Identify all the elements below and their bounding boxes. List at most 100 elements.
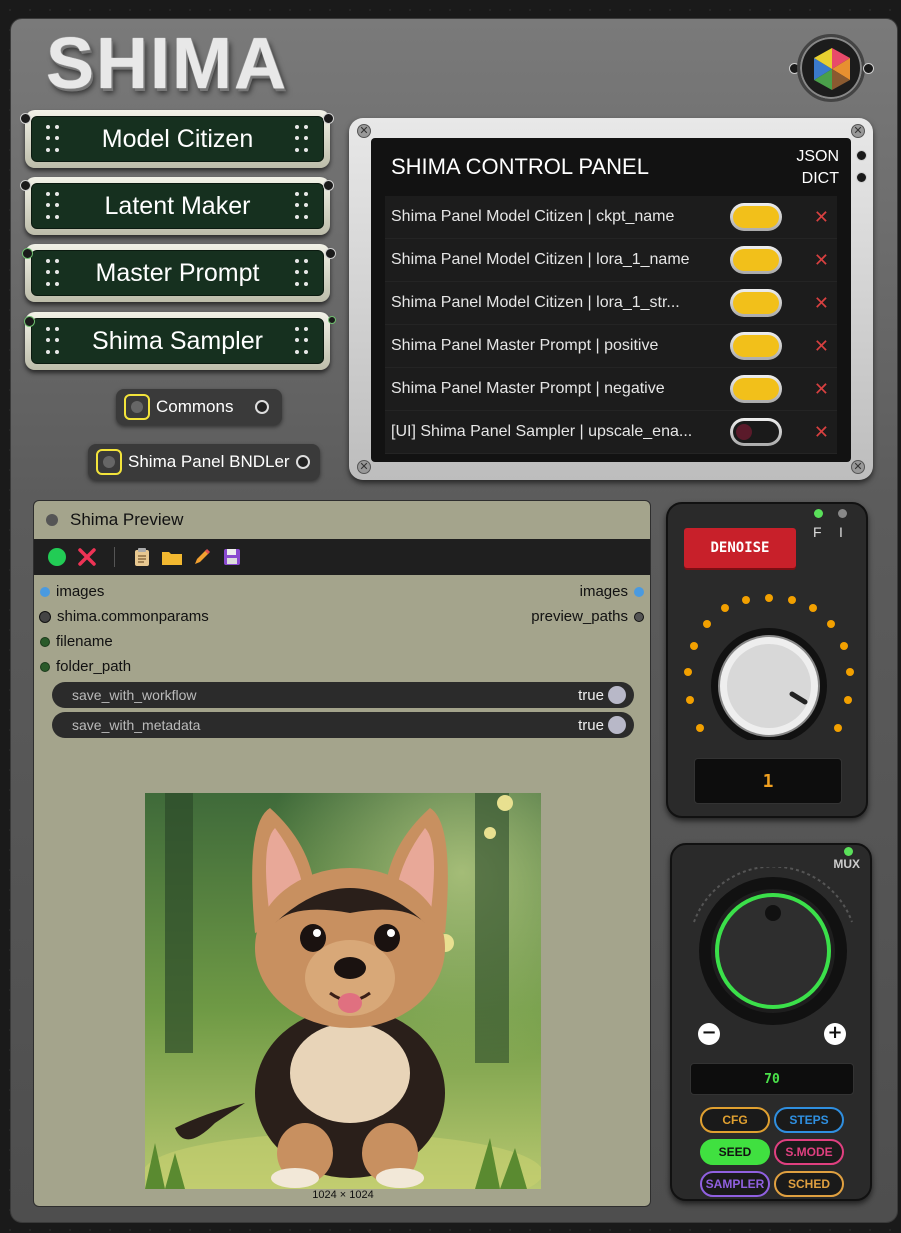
image-dimensions: 1024 × 1024 (312, 1189, 374, 1201)
remove-icon[interactable]: ✕ (814, 379, 829, 400)
node-port-in[interactable] (24, 316, 35, 327)
row-label: Shima Panel Master Prompt | negative (391, 380, 665, 397)
output-images[interactable]: images (580, 583, 650, 600)
row-toggle[interactable] (730, 203, 782, 231)
node-label: Latent Maker (104, 191, 251, 220)
remove-icon[interactable]: ✕ (814, 250, 829, 271)
logo-badge-icon (797, 34, 865, 102)
logo-port-out[interactable] (863, 63, 874, 74)
preview-title: Shima Preview (70, 510, 184, 529)
grip-icon (46, 192, 60, 222)
clipboard-icon[interactable] (131, 546, 153, 568)
input-filename[interactable]: filename (34, 633, 113, 650)
node-latent-maker[interactable]: Latent Maker (25, 177, 330, 235)
denoise-knob[interactable] (680, 590, 858, 740)
grip-icon (295, 327, 309, 357)
node-port-out[interactable] (328, 316, 336, 324)
grip-icon (295, 192, 309, 222)
node-master-prompt[interactable]: Master Prompt (25, 244, 330, 302)
node-bndler[interactable]: Shima Panel BNDLer (88, 444, 320, 480)
remove-icon[interactable]: ✕ (814, 207, 829, 228)
toggle-knob[interactable] (608, 716, 626, 734)
preview-image[interactable] (145, 793, 541, 1189)
folder-icon[interactable] (161, 546, 183, 568)
output-port[interactable] (634, 611, 644, 622)
chip-steps[interactable]: STEPS (774, 1107, 844, 1133)
chip-seed[interactable]: SEED (700, 1139, 770, 1165)
node-port-out[interactable] (295, 455, 310, 469)
node-commons[interactable]: Commons (116, 389, 282, 425)
node-label: Commons (156, 397, 234, 416)
chip-s-mode[interactable]: S.MODE (774, 1139, 844, 1165)
node-port-out[interactable] (255, 400, 270, 414)
mux-led (844, 847, 853, 856)
row-label: [UI] Shima Panel Sampler | upscale_ena..… (391, 423, 693, 440)
node-port-in[interactable] (22, 248, 33, 259)
row-toggle[interactable] (730, 332, 782, 360)
grip-icon (295, 125, 309, 155)
output-port[interactable] (634, 586, 644, 597)
increment-button[interactable]: + (824, 1023, 846, 1045)
input-port[interactable] (40, 586, 50, 597)
preview-toolbar (34, 539, 650, 575)
node-port-out[interactable] (323, 113, 334, 124)
toolbar-divider (114, 547, 115, 567)
row-toggle[interactable] (730, 375, 782, 403)
node-port-in[interactable] (20, 113, 31, 124)
pencil-icon[interactable] (191, 546, 213, 568)
grip-icon (46, 125, 60, 155)
node-model-citizen[interactable]: Model Citizen (25, 110, 330, 168)
row-label: Shima Panel Model Citizen | lora_1_name (391, 251, 690, 268)
row-toggle[interactable] (730, 289, 782, 317)
chip-cfg[interactable]: CFG (700, 1107, 770, 1133)
close-icon[interactable] (76, 546, 98, 568)
input-images[interactable]: images (34, 583, 104, 600)
list-item: [UI] Shima Panel Sampler | upscale_ena..… (385, 411, 837, 454)
screw-icon: ✕ (851, 124, 865, 138)
denoise-button[interactable]: DENOISE (684, 528, 796, 568)
remove-icon[interactable]: ✕ (814, 293, 829, 314)
list-item: Shima Panel Model Citizen | ckpt_name ✕ (385, 196, 837, 239)
node-port-in[interactable] (20, 180, 31, 191)
save-icon[interactable] (221, 546, 243, 568)
output-preview-paths[interactable]: preview_paths (531, 608, 650, 625)
node-port-icon[interactable] (96, 449, 122, 475)
row-toggle[interactable] (730, 246, 782, 274)
preview-title-bar[interactable]: Shima Preview (34, 501, 650, 539)
input-port[interactable] (40, 636, 50, 647)
dict-output-port[interactable] (856, 172, 867, 183)
row-toggle[interactable] (730, 418, 782, 446)
save-with-metadata-toggle[interactable]: save_with_metadata true (52, 712, 634, 738)
run-icon[interactable] (46, 546, 68, 568)
node-shima-sampler[interactable]: Shima Sampler (25, 312, 330, 370)
toggle-knob[interactable] (608, 686, 626, 704)
row-label: Shima Panel Model Citizen | lora_1_str..… (391, 294, 680, 311)
mux-knob[interactable] (684, 867, 862, 1027)
remove-icon[interactable]: ✕ (814, 422, 829, 443)
save-with-workflow-toggle[interactable]: save_with_workflow true (52, 682, 634, 708)
input-port[interactable] (40, 661, 50, 672)
remove-icon[interactable]: ✕ (814, 336, 829, 357)
control-panel-output-labels: JSON DICT (796, 146, 839, 190)
chip-sched[interactable]: SCHED (774, 1171, 844, 1197)
node-port-icon[interactable] (124, 394, 150, 420)
node-label: Shima Panel BNDLer (128, 452, 290, 471)
input-folder-path[interactable]: folder_path (34, 658, 131, 675)
screw-icon: ✕ (357, 124, 371, 138)
decrement-button[interactable]: − (698, 1023, 720, 1045)
row-label: Shima Panel Model Citizen | ckpt_name (391, 208, 675, 225)
control-panel-title: SHIMA CONTROL PANEL (391, 154, 649, 179)
denoise-value: 1 (694, 758, 842, 804)
list-item: Shima Panel Model Citizen | lora_1_str..… (385, 282, 837, 325)
control-panel: ✕ ✕ ✕ ✕ SHIMA CONTROL PANEL JSON DICT Sh… (349, 118, 873, 480)
collapse-dot-icon[interactable] (46, 514, 58, 526)
chip-sampler[interactable]: SAMPLER (700, 1171, 770, 1197)
screw-icon: ✕ (357, 460, 371, 474)
node-port-out[interactable] (323, 180, 334, 191)
status-led-i (838, 509, 847, 518)
node-port-out[interactable] (325, 248, 336, 259)
input-commonparams[interactable]: shima.commonparams (34, 608, 209, 625)
mux-knob-panel: MUX − + 70 CFG STEPS SEED S.MODE SAMPLER… (670, 843, 872, 1201)
json-output-port[interactable] (856, 150, 867, 161)
input-port[interactable] (39, 610, 51, 623)
